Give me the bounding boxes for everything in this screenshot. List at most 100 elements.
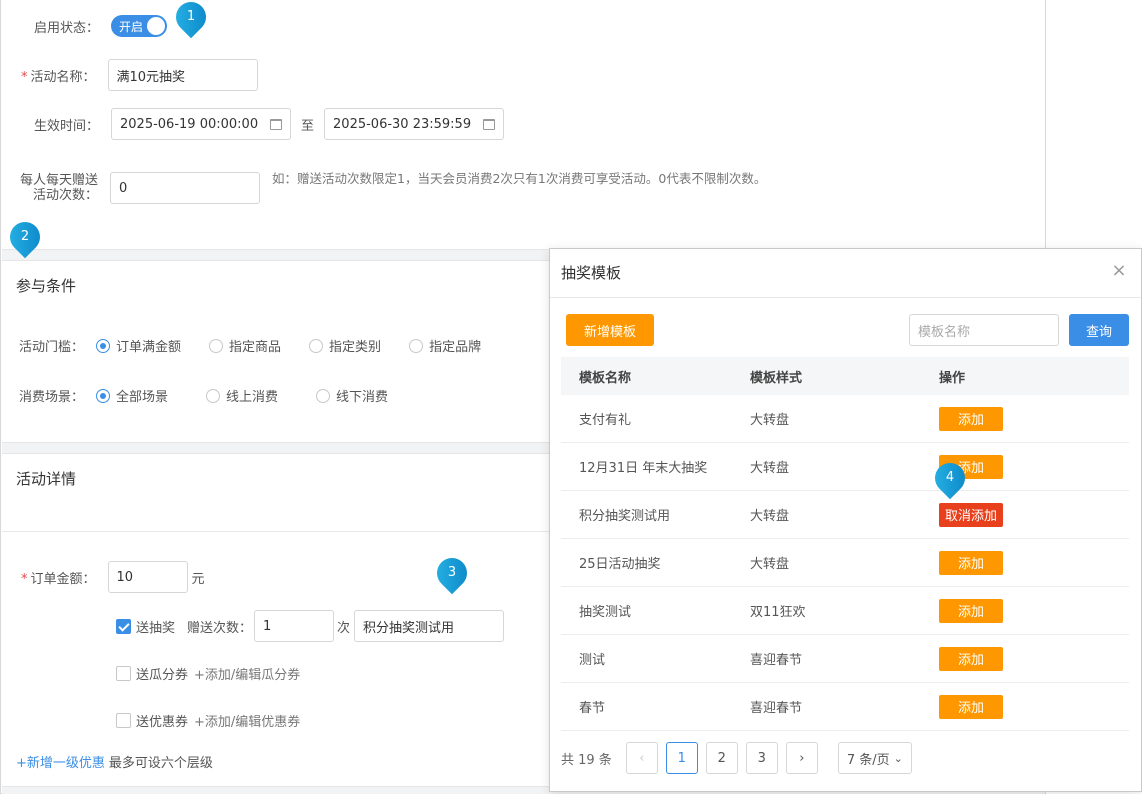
add-template-button[interactable]: 添加 <box>939 406 1003 431</box>
start-time-input[interactable]: 2025-06-19 00:00:00 <box>111 108 292 140</box>
name-row: * 活动名称： 满10元抽奖 <box>21 59 258 91</box>
threshold-row: 活动门槛： 订单满金额 指定商品 指定类别 指定品牌 <box>19 336 509 355</box>
page-3[interactable]: 3 <box>745 742 778 774</box>
threshold-option-brand[interactable]: 指定品牌 <box>409 336 481 355</box>
marker-pin-2: 2 <box>3 215 47 260</box>
template-search-input[interactable]: 模板名称 <box>909 314 1059 346</box>
lottery-template-input[interactable]: 积分抽奖测试用 <box>354 610 505 642</box>
template-name: 12月31日 年末大抽奖 <box>579 461 708 476</box>
add-level-link[interactable]: +新增一级优惠 <box>16 752 105 771</box>
table-row: 测试 喜迎春节 添加 <box>561 635 1129 683</box>
template-style: 喜迎春节 <box>750 701 803 716</box>
marker-pin-1: 1 <box>169 0 213 40</box>
threshold-option-product[interactable]: 指定商品 <box>209 336 281 355</box>
limit-input[interactable]: 0 <box>110 172 261 204</box>
template-name: 支付有礼 <box>579 413 632 428</box>
coupon-label: 送优惠券 <box>136 715 189 730</box>
total-count: 共 19 条 <box>561 752 612 768</box>
status-row: 启用状态： 开启 <box>34 15 168 37</box>
threshold-label: 活动门槛： <box>19 340 85 355</box>
scene-row: 消费场景： 全部场景 线上消费 线下消费 <box>19 386 416 405</box>
template-style: 大转盘 <box>750 509 790 524</box>
calendar-icon <box>483 118 496 130</box>
table-header: 模板名称 模板样式 操作 <box>561 357 1129 395</box>
radio <box>209 338 224 353</box>
lottery-checkbox[interactable] <box>116 618 131 634</box>
table-row: 抽奖测试 双11狂欢 添加 <box>561 587 1129 635</box>
pagination: 共 19 条 ‹ 1 2 3 › 7 条/页 ⌄ <box>561 742 912 774</box>
radio-selected <box>96 338 111 353</box>
column-header-action: 操作 <box>939 370 966 386</box>
template-name: 积分抽奖测试用 <box>579 509 671 524</box>
amount-input[interactable]: 10 <box>107 561 188 593</box>
time-separator: 至 <box>301 118 315 134</box>
gift-count-unit: 次 <box>337 620 351 636</box>
amount-row: * 订单金额： 10 元 <box>21 561 205 593</box>
add-template-button[interactable]: 添加 <box>939 694 1003 719</box>
lottery-template-modal: 抽奖模板 × 新增模板 模板名称 查询 模板名称 模板样式 操作 支付有礼 大转… <box>549 248 1142 792</box>
melon-checkbox[interactable] <box>116 666 131 681</box>
template-style: 大转盘 <box>750 557 790 572</box>
next-page-icon[interactable]: › <box>785 742 818 774</box>
close-icon[interactable]: × <box>1109 261 1129 281</box>
template-style: 大转盘 <box>750 413 790 428</box>
table-row: 25日活动抽奖 大转盘 添加 <box>561 539 1129 587</box>
threshold-option-category[interactable]: 指定类别 <box>309 336 381 355</box>
template-table: 模板名称 模板样式 操作 支付有礼 大转盘 添加 12月31日 年末大抽奖 大转… <box>561 357 1129 731</box>
conditions-title: 参与条件 <box>16 277 77 295</box>
add-template-button[interactable]: 添加 <box>939 646 1003 671</box>
table-row: 12月31日 年末大抽奖 大转盘 添加 <box>561 443 1129 491</box>
table-row: 积分抽奖测试用 大转盘 取消添加 <box>561 491 1129 539</box>
marker-pin-4: 4 <box>928 456 972 501</box>
template-name: 抽奖测试 <box>579 605 632 620</box>
radio <box>316 388 331 403</box>
details-title: 活动详情 <box>16 470 77 488</box>
template-name: 25日活动抽奖 <box>579 557 661 572</box>
calendar-icon <box>270 118 283 130</box>
page-size-select[interactable]: 7 条/页 ⌄ <box>837 742 912 774</box>
coupon-row: 送优惠券 +添加/编辑优惠券 <box>116 711 300 730</box>
modal-title: 抽奖模板 <box>561 264 622 282</box>
coupon-checkbox[interactable] <box>116 713 131 728</box>
template-style: 喜迎春节 <box>750 653 803 668</box>
prev-page-icon[interactable]: ‹ <box>625 742 658 774</box>
column-header-name: 模板名称 <box>579 370 632 386</box>
required-mark: * <box>21 571 28 587</box>
melon-row: 送瓜分券 +添加/编辑瓜分券 <box>116 664 300 683</box>
template-name: 测试 <box>579 653 606 668</box>
table-row: 支付有礼 大转盘 添加 <box>561 395 1129 443</box>
gift-count-label: 赠送次数： <box>187 620 253 636</box>
end-time-input[interactable]: 2025-06-30 23:59:59 <box>324 108 505 140</box>
template-style: 大转盘 <box>750 461 790 476</box>
scene-option-offline[interactable]: 线下消费 <box>316 386 388 405</box>
threshold-option-order-amount[interactable]: 订单满金额 <box>96 336 181 355</box>
name-input[interactable]: 满10元抽奖 <box>107 59 258 91</box>
column-header-style: 模板样式 <box>750 370 803 386</box>
lottery-row: 送抽奖 赠送次数： 1 次 积分抽奖测试用 <box>116 610 505 642</box>
coupon-edit-link[interactable]: +添加/编辑优惠券 <box>194 711 300 730</box>
add-template-button[interactable]: 添加 <box>939 598 1003 623</box>
scene-option-online[interactable]: 线上消费 <box>206 386 278 405</box>
page-size-value: 7 条/页 <box>846 752 890 768</box>
table-row: 春节 喜迎春节 添加 <box>561 683 1129 731</box>
lottery-label: 送抽奖 <box>136 620 176 636</box>
page-2[interactable]: 2 <box>705 742 738 774</box>
template-name: 春节 <box>579 701 606 716</box>
radio <box>309 338 324 353</box>
limit-hint: 如：赠送活动次数限定1，当天会员消费2次只有1次消费可享受活动。0代表不限制次数… <box>272 171 767 186</box>
new-template-button[interactable]: 新增模板 <box>566 314 654 346</box>
scene-option-all[interactable]: 全部场景 <box>96 386 168 405</box>
limit-label: 每人每天赠送 活动次数： <box>20 173 99 203</box>
modal-header: 抽奖模板 × <box>550 249 1141 298</box>
status-label: 启用状态： <box>34 20 100 36</box>
melon-edit-link[interactable]: +添加/编辑瓜分券 <box>194 664 300 683</box>
query-button[interactable]: 查询 <box>1069 314 1129 346</box>
page-1[interactable]: 1 <box>665 742 698 774</box>
cancel-add-template-button[interactable]: 取消添加 <box>939 502 1003 527</box>
radio <box>206 388 221 403</box>
gift-count-input[interactable]: 1 <box>254 610 335 642</box>
status-toggle[interactable]: 开启 <box>111 15 168 37</box>
add-template-button[interactable]: 添加 <box>939 550 1003 575</box>
amount-label: * 订单金额： <box>21 571 96 587</box>
melon-label: 送瓜分券 <box>136 668 189 683</box>
